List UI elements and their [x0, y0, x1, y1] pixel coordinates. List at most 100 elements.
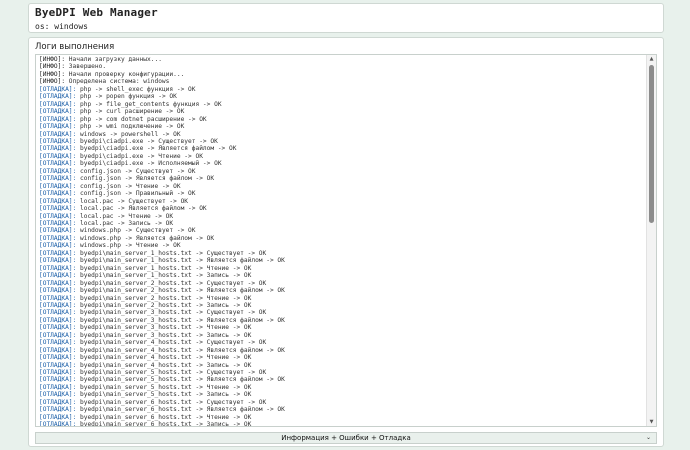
log-level-tag: [ОТЛАДКА]: [39, 197, 77, 205]
log-line: [ОТЛАДКА]: byedpi\main_server_4_hosts.tx… [39, 354, 644, 361]
log-line: [ОТЛАДКА]: php -> file_get_contents функ… [39, 101, 644, 108]
log-line: [ОТЛАДКА]: byedpi\main_server_2_hosts.tx… [39, 280, 644, 287]
log-level-tag: [ОТЛАДКА]: [39, 137, 77, 145]
log-level-tag: [ОТЛАДКА]: [39, 100, 77, 108]
log-scrollbar[interactable]: ▲ ▼ [646, 55, 656, 426]
log-line: [ОТЛАДКА]: byedpi\ciadpi.exe -> Исполняе… [39, 160, 644, 167]
log-level-tag: [ОТЛАДКА]: [39, 369, 77, 377]
log-line: [ИНФО]: Определена система: windows [39, 78, 644, 85]
log-message: config.json -> Правильный -> OK [76, 190, 196, 198]
log-line: [ОТЛАДКА]: byedpi\main_server_3_hosts.tx… [39, 317, 644, 324]
log-level-tag: [ОТЛАДКА]: [39, 301, 77, 309]
log-line: [ОТЛАДКА]: local.pac -> Является файлом … [39, 205, 644, 212]
scroll-up-icon[interactable]: ▲ [647, 55, 656, 63]
log-message: byedpi\main_server_5_hosts.txt -> Являет… [76, 376, 285, 384]
log-line: [ОТЛАДКА]: byedpi\main_server_6_hosts.tx… [39, 414, 644, 421]
log-level-tag: [ОТЛАДКА]: [39, 324, 77, 332]
log-level-tag: [ОТЛАДКА]: [39, 152, 77, 160]
log-line: [ОТЛАДКА]: byedpi\main_server_6_hosts.tx… [39, 406, 644, 413]
log-message: byedpi\main_server_3_hosts.txt -> Чтение… [76, 324, 252, 332]
log-message: byedpi\main_server_1_hosts.txt -> Запись… [76, 272, 252, 280]
logs-panel: Логи выполнения [ИНФО]: Начали загрузку … [28, 37, 664, 447]
log-message: Завершено. [65, 63, 107, 71]
log-line: [ИНФО]: Начали загрузку данных... [39, 56, 644, 63]
log-level-tag: [ОТЛАДКА]: [39, 421, 77, 427]
log-level-tag: [ОТЛАДКА]: [39, 413, 77, 421]
log-level-tag: [ОТЛАДКА]: [39, 406, 77, 414]
log-level-tag: [ОТЛАДКА]: [39, 130, 77, 138]
log-message: byedpi\main_server_6_hosts.txt -> Запись… [76, 421, 252, 427]
log-line: [ОТЛАДКА]: config.json -> Является файло… [39, 175, 644, 182]
log-level-tag: [ОТЛАДКА]: [39, 279, 77, 287]
log-level-tag: [ОТЛАДКА]: [39, 212, 77, 220]
log-message: byedpi\ciadpi.exe -> Является файлом -> … [76, 145, 237, 153]
log-line: [ОТЛАДКА]: config.json -> Правильный -> … [39, 190, 644, 197]
log-message: php -> wmi подключение -> OK [76, 123, 185, 131]
log-line: [ОТЛАДКА]: byedpi\main_server_4_hosts.tx… [39, 362, 644, 369]
log-message: config.json -> Является файлом -> OK [76, 175, 215, 183]
log-level-tag: [ОТЛАДКА]: [39, 361, 77, 369]
log-message: local.pac -> Является файлом -> OK [76, 205, 207, 213]
log-level-tag: [ОТЛАДКА]: [39, 145, 77, 153]
log-level-tag: [ОТЛАДКА]: [39, 294, 77, 302]
log-level-tag: [ОТЛАДКА]: [39, 249, 77, 257]
log-message: php -> file_get_contents функция -> OK [76, 100, 222, 108]
log-message: php -> com dotnet расширение -> OK [76, 115, 207, 123]
app-title: ByeDPI Web Manager [35, 6, 158, 19]
log-level-tag: [ОТЛАДКА]: [39, 190, 77, 198]
log-level-tag: [ОТЛАДКА]: [39, 123, 77, 131]
log-message: byedpi\main_server_2_hosts.txt -> Запись… [76, 301, 252, 309]
log-message: byedpi\main_server_3_hosts.txt -> Запись… [76, 331, 252, 339]
log-message: windows.php -> Является файлом -> OK [76, 234, 215, 242]
log-output[interactable]: [ИНФО]: Начали загрузку данных... [ИНФО]:… [35, 54, 657, 427]
log-line: [ОТЛАДКА]: byedpi\main_server_3_hosts.tx… [39, 332, 644, 339]
log-level-tag: [ОТЛАДКА]: [39, 227, 77, 235]
log-line: [ОТЛАДКА]: byedpi\main_server_1_hosts.tx… [39, 265, 644, 272]
log-line: [ОТЛАДКА]: byedpi\ciadpi.exe -> Является… [39, 145, 644, 152]
log-level-tag: [ОТЛАДКА]: [39, 219, 77, 227]
log-level-tag: [ОТЛАДКА]: [39, 309, 77, 317]
scroll-down-icon[interactable]: ▼ [647, 418, 656, 426]
log-level-tag: [ОТЛАДКА]: [39, 93, 77, 101]
log-message: byedpi\main_server_6_hosts.txt -> Чтение… [76, 413, 252, 421]
log-line: [ОТЛАДКА]: byedpi\main_server_5_hosts.tx… [39, 384, 644, 391]
log-line: [ОТЛАДКА]: byedpi\main_server_3_hosts.tx… [39, 324, 644, 331]
log-line: [ОТЛАДКА]: byedpi\main_server_6_hosts.tx… [39, 421, 644, 427]
log-line: [ОТЛАДКА]: windows.php -> Чтение -> OK [39, 242, 644, 249]
log-line: [ОТЛАДКА]: byedpi\main_server_1_hosts.tx… [39, 257, 644, 264]
log-line: [ОТЛАДКА]: windows.php -> Является файло… [39, 235, 644, 242]
log-line: [ОТЛАДКА]: byedpi\main_server_4_hosts.tx… [39, 347, 644, 354]
log-message: byedpi\main_server_5_hosts.txt -> Чтение… [76, 383, 252, 391]
log-line: [ОТЛАДКА]: local.pac -> Запись -> OK [39, 220, 644, 227]
log-message: byedpi\main_server_6_hosts.txt -> Являет… [76, 406, 285, 414]
log-message: byedpi\main_server_4_hosts.txt -> Сущест… [76, 339, 267, 347]
log-level-tag: [ОТЛАДКА]: [39, 272, 77, 280]
log-message: byedpi\main_server_2_hosts.txt -> Являет… [76, 287, 285, 295]
log-message: php -> shell_exec функция -> OK [76, 85, 196, 93]
log-level-tag: [ОТЛАДКА]: [39, 160, 77, 168]
log-message: Начали проверку конфигурации... [65, 70, 185, 78]
log-level-tag: [ОТЛАДКА]: [39, 354, 77, 362]
log-message: byedpi\main_server_4_hosts.txt -> Являет… [76, 346, 285, 354]
log-level-tag: [ОТЛАДКА]: [39, 264, 77, 272]
chevron-down-icon: ⌄ [645, 434, 651, 441]
app-header: ByeDPI Web Manager os: windows [28, 3, 664, 33]
log-message: windows -> powershell -> OK [76, 130, 181, 138]
log-line: [ОТЛАДКА]: byedpi\main_server_5_hosts.tx… [39, 391, 644, 398]
log-line: [ОТЛАДКА]: php -> popen функция -> OK [39, 93, 644, 100]
log-line: [ОТЛАДКА]: local.pac -> Чтение -> OK [39, 213, 644, 220]
log-message: php -> curl расширение -> OK [76, 108, 185, 116]
log-level-tag: [ОТЛАДКА]: [39, 316, 77, 324]
log-level-tag: [ОТЛАДКА]: [39, 287, 77, 295]
scroll-thumb[interactable] [649, 65, 654, 223]
log-line: [ОТЛАДКА]: byedpi\main_server_1_hosts.tx… [39, 272, 644, 279]
log-level-tag: [ОТЛАДКА]: [39, 175, 77, 183]
log-level-select[interactable]: Информация + Ошибки + Отладка ⌄ [35, 432, 657, 444]
log-level-tag: [ОТЛАДКА]: [39, 398, 77, 406]
log-line: [ОТЛАДКА]: php -> com dotnet расширение … [39, 116, 644, 123]
log-level-tag: [ОТЛАДКА]: [39, 383, 77, 391]
os-indicator: os: windows [35, 22, 88, 31]
log-message: config.json -> Чтение -> OK [76, 182, 181, 190]
log-message: Начали загрузку данных... [65, 56, 162, 63]
log-level-tag: [ОТЛАДКА]: [39, 182, 77, 190]
